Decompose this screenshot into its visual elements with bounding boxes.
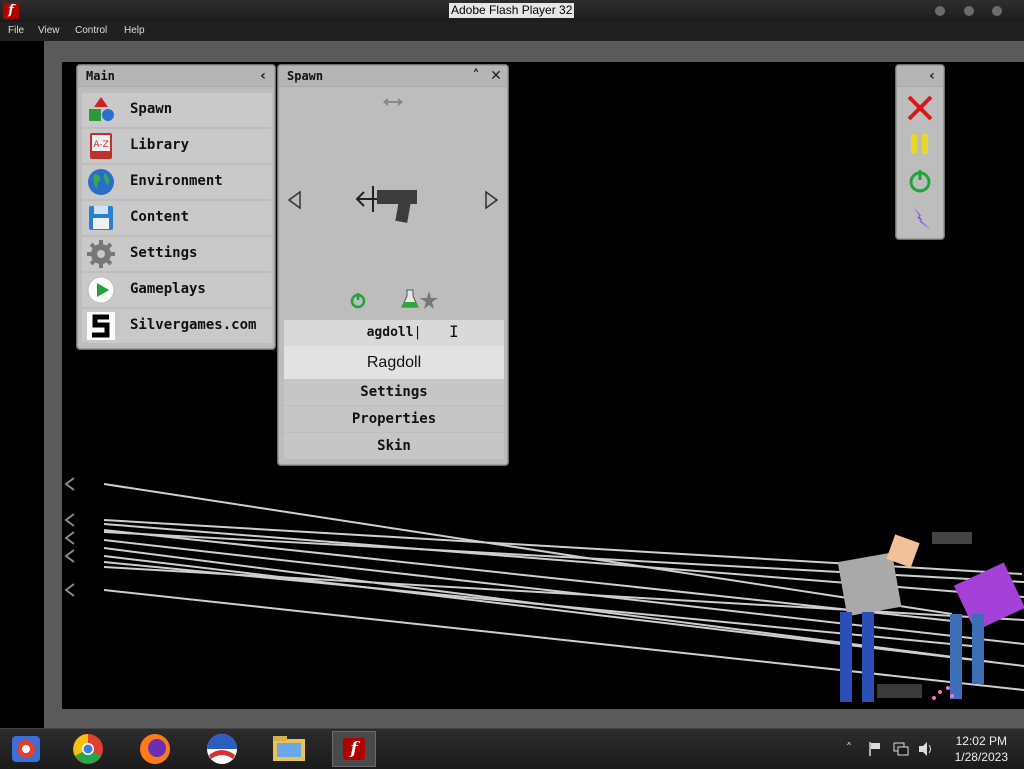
text-cursor: | (413, 325, 422, 340)
text-cursor-ibeam-icon: I (449, 322, 459, 341)
menu-item-spawn[interactable]: Spawn (82, 93, 272, 127)
menu-bar: File View Control Help (0, 22, 1024, 42)
menu-item-environment[interactable]: Environment (82, 165, 272, 199)
spawn-panel-header: Spawn ˄ ✕ (279, 66, 507, 87)
menu-item-label: Gameplays (130, 281, 206, 297)
maximize-button[interactable] (964, 6, 974, 16)
previous-item-button[interactable] (287, 190, 303, 210)
menu-help[interactable]: Help (124, 25, 145, 36)
close-window-button[interactable] (992, 6, 1002, 16)
network-icon[interactable] (893, 741, 909, 757)
menu-item-silvergames[interactable]: Silvergames.com (82, 309, 272, 343)
main-panel-title: Main (86, 69, 115, 83)
clock-time: 12:02 PM (955, 734, 1007, 748)
book-a-z-icon: A-Z (90, 133, 112, 159)
show-hidden-icons-button[interactable]: ˄ (846, 741, 852, 755)
control-panel: ‹ (896, 65, 944, 239)
spawn-panel: Spawn ˄ ✕ agdoll| I Ragdoll Settings Pro… (278, 65, 508, 465)
pause-icon[interactable] (908, 132, 932, 156)
main-panel: Main ‹ Spawn A-Z Library Environment Con… (77, 65, 275, 349)
menu-view[interactable]: View (38, 25, 60, 36)
collapse-spawn-button[interactable]: ˄ (467, 67, 485, 85)
menu-item-library[interactable]: A-Z Library (82, 129, 272, 163)
shapes-icon (89, 97, 114, 121)
flash-player-icon: f (343, 738, 365, 760)
title-bar: f Adobe Flash Player 32 (0, 0, 1024, 22)
minimize-button[interactable] (935, 6, 945, 16)
close-spawn-button[interactable]: ✕ (487, 67, 505, 85)
svg-text:A-Z: A-Z (93, 140, 108, 150)
silvergames-logo-icon (87, 312, 115, 340)
gear-icon (87, 240, 115, 268)
spawn-skin-row[interactable]: Skin (284, 433, 504, 459)
action-center-flag-icon[interactable] (868, 741, 882, 757)
volume-icon[interactable] (917, 741, 935, 757)
window-title: Adobe Flash Player 32 (449, 3, 575, 18)
globe-icon (88, 169, 114, 195)
spawn-properties-row[interactable]: Properties (284, 406, 504, 432)
flash-logo-icon: f (3, 3, 19, 19)
clear-close-icon[interactable] (906, 94, 934, 122)
spawn-panel-title: Spawn (287, 69, 324, 83)
play-icon (87, 276, 115, 304)
search-suggestion-ragdoll[interactable]: Ragdoll (284, 346, 504, 379)
floppy-disk-icon (89, 206, 113, 230)
firefox-icon[interactable] (133, 731, 177, 767)
menu-item-settings[interactable]: Settings (82, 237, 272, 271)
collapse-main-button[interactable]: ‹ (254, 67, 272, 85)
menu-control[interactable]: Control (75, 25, 107, 36)
search-text: agdoll (366, 325, 414, 340)
taskbar: f ˄ 12:02 PM 1/28/2023 (0, 728, 1024, 769)
menu-item-label: Settings (130, 245, 198, 261)
menu-item-content[interactable]: Content (82, 201, 272, 235)
menu-item-label: Content (130, 209, 190, 225)
power-icon[interactable] (907, 168, 933, 194)
next-item-button[interactable] (483, 190, 499, 210)
menu-item-label: Spawn (130, 101, 173, 117)
clock-date: 1/28/2023 (954, 750, 1008, 764)
resize-horizontal-icon[interactable] (381, 96, 405, 108)
ragdoll-figures (837, 532, 1024, 702)
file-explorer-icon[interactable] (267, 731, 311, 767)
favorite-flask-icon[interactable] (401, 288, 441, 310)
spawn-settings-row[interactable]: Settings (284, 379, 504, 405)
chrome-remote-icon[interactable] (5, 731, 49, 767)
lightning-icon[interactable] (907, 204, 933, 232)
crossbow-pistol-icon (355, 186, 417, 223)
collapse-control-button[interactable]: ‹ (923, 67, 941, 85)
obama-logo-icon[interactable] (200, 731, 244, 767)
menu-item-gameplays[interactable]: Gameplays (82, 273, 272, 307)
menu-item-label: Environment (130, 173, 223, 189)
menu-item-label: Library (130, 137, 190, 153)
menu-file[interactable]: File (8, 25, 24, 36)
spawn-search-input[interactable]: agdoll| (284, 320, 504, 346)
flash-player-task-button[interactable]: f (332, 731, 376, 767)
menu-item-label: Silvergames.com (130, 317, 257, 333)
main-panel-header: Main ‹ (78, 66, 274, 87)
chrome-icon[interactable] (66, 731, 110, 767)
control-panel-header: ‹ (897, 66, 943, 87)
system-clock[interactable]: 12:02 PM 1/28/2023 (955, 733, 1008, 765)
power-toggle-icon[interactable] (349, 291, 367, 309)
